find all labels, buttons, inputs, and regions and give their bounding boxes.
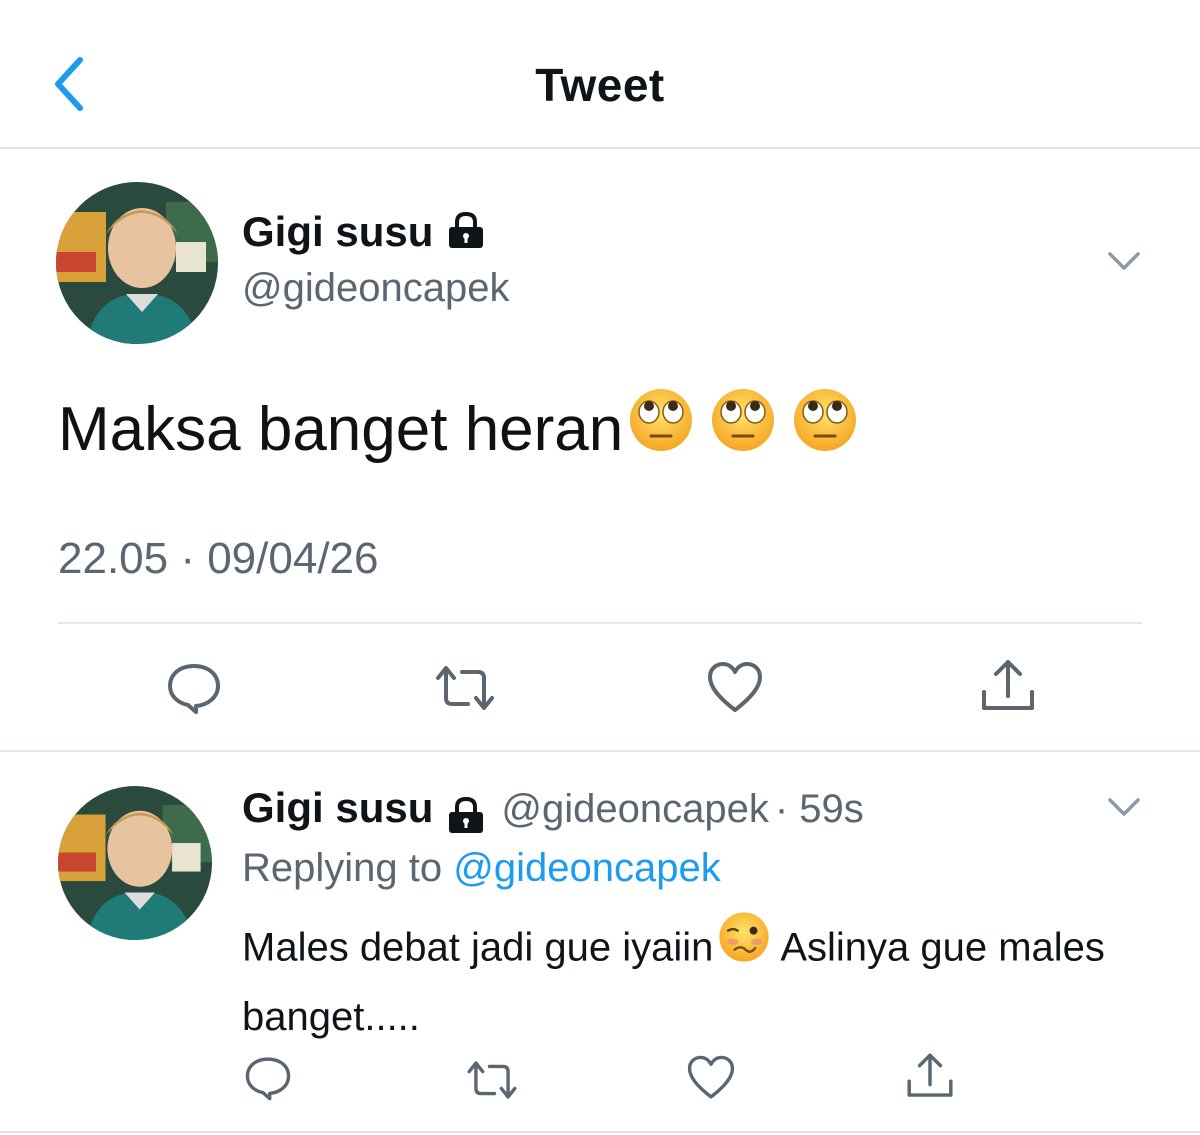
replying-to-line: Replying to @gideoncapek <box>242 846 721 891</box>
retweet-icon <box>436 666 494 710</box>
divider <box>58 622 1142 624</box>
section-divider <box>0 750 1200 752</box>
chevron-down-icon <box>1108 798 1140 816</box>
tweet-timestamp[interactable]: 22.05 · 09/04/26 <box>58 534 378 584</box>
page-title: Tweet <box>535 59 665 111</box>
lock-icon <box>445 211 487 259</box>
reply-icon <box>168 664 220 714</box>
chevron-down-icon <box>1108 252 1140 270</box>
tweet-text-row: Maksa banget heran <box>58 389 859 475</box>
header-divider <box>0 147 1200 149</box>
like-button[interactable] <box>706 660 764 721</box>
reply-like-button[interactable] <box>686 1054 736 1107</box>
display-name[interactable]: Gigi susu <box>242 208 433 255</box>
share-button[interactable] <box>978 656 1038 721</box>
reply-more-options-button[interactable] <box>1106 792 1142 827</box>
reply-avatar[interactable] <box>58 786 212 940</box>
author-name-row: Gigi susu <box>242 208 487 259</box>
bottom-divider <box>0 1131 1200 1133</box>
rolling-eyes-emoji-icon <box>709 386 777 469</box>
more-options-button[interactable] <box>1106 246 1142 281</box>
rolling-eyes-emoji-icon <box>791 386 859 469</box>
share-icon <box>982 660 1034 710</box>
reply-share-button[interactable] <box>904 1050 956 1107</box>
replying-to-link[interactable]: @gideoncapek <box>453 846 720 890</box>
retweet-icon <box>467 1061 517 1099</box>
reply-display-name[interactable]: Gigi susu <box>242 784 433 831</box>
author-handle[interactable]: @gideoncapek <box>242 266 509 311</box>
like-icon <box>687 1055 735 1099</box>
retweet-button[interactable] <box>432 662 498 719</box>
reply-handle[interactable]: @gideoncapek <box>501 787 768 831</box>
replying-to-label: Replying to <box>242 846 454 890</box>
woozy-face-emoji-icon <box>717 910 771 982</box>
reply-icon <box>245 1057 291 1101</box>
reply-text-part1: Males debat jadi gue iyaiin <box>242 925 714 970</box>
avatar[interactable] <box>56 182 218 344</box>
reply-time[interactable]: · 59s <box>775 787 864 831</box>
reply-retweet-button[interactable] <box>464 1058 520 1107</box>
reply-button[interactable] <box>166 660 222 721</box>
lock-icon <box>445 796 487 839</box>
rolling-eyes-emoji-icon <box>627 386 695 469</box>
share-icon <box>907 1053 953 1097</box>
reply-header: Gigi susu @gideoncapek · 59s <box>242 784 864 839</box>
reply-text: Males debat jadi gue iyaiin Aslinya gue … <box>242 912 1142 1048</box>
reply-reply-button[interactable] <box>244 1054 292 1107</box>
tweet-text: Maksa banget heran <box>58 394 624 464</box>
like-icon <box>708 662 762 712</box>
